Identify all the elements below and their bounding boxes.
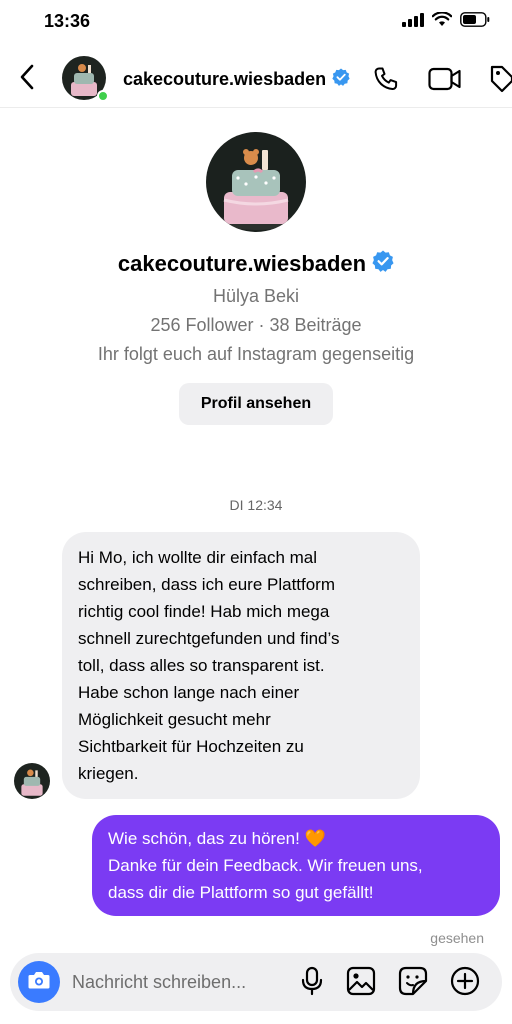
seen-status: gesehen: [430, 930, 484, 946]
microphone-icon[interactable]: [300, 966, 324, 996]
status-icons: [402, 11, 490, 32]
message-line: Sichtbarkeit für Hochzeiten zu: [78, 737, 304, 756]
online-indicator: [97, 90, 109, 102]
verified-badge-icon: [332, 68, 350, 91]
message-line: Hi Mo, ich wollte dir einfach mal: [78, 548, 318, 567]
composer-actions: [300, 966, 480, 996]
message-line: Möglichkeit gesucht mehr: [78, 710, 271, 729]
camera-button[interactable]: [18, 961, 60, 1003]
plus-circle-icon[interactable]: [450, 966, 480, 996]
incoming-message-bubble[interactable]: Hi Mo, ich wollte dir einfach mal schrei…: [62, 532, 420, 799]
message-line: schreiben, dass ich eure Plattform: [78, 575, 336, 594]
image-icon[interactable]: [346, 966, 376, 996]
sticker-icon[interactable]: [398, 966, 428, 996]
outgoing-message-bubble[interactable]: Wie schön, das zu hören! 🧡 Danke für dei…: [92, 815, 500, 916]
video-camera-icon[interactable]: [428, 66, 462, 92]
camera-icon: [27, 969, 51, 996]
chevron-left-icon: [19, 64, 35, 95]
profile-stats: 256 Follower · 38 Beiträge: [150, 315, 362, 335]
message-timestamp: DI 12:34: [229, 497, 283, 513]
profile-mutual-follow: Ihr folgt euch auf Instagram gegenseitig: [97, 344, 415, 364]
message-line: richtig cool finde! Hab mich mega: [78, 602, 330, 621]
cake-profile-image: [206, 132, 306, 232]
message-line: schnell zurechtgefunden und find’s: [78, 629, 340, 648]
message-line: Danke für dein Feedback. Wir freuen uns,: [108, 856, 423, 875]
profile-avatar[interactable]: [206, 132, 306, 232]
profile-username: cakecouture.wiesbaden: [117, 251, 367, 276]
signal-icon: [402, 12, 424, 32]
verified-badge-icon: [372, 250, 394, 278]
cake-avatar-image: [14, 763, 50, 799]
message-composer: [10, 953, 502, 1011]
wifi-icon: [431, 11, 453, 32]
back-button[interactable]: [14, 64, 40, 94]
chat-header: cakecouture.wiesbaden: [0, 52, 512, 108]
message-line: toll, dass alles so transparent ist.: [78, 656, 325, 675]
sender-avatar[interactable]: [14, 763, 50, 799]
message-input[interactable]: [72, 965, 292, 999]
message-line: dass dir die Plattform so gut gefällt!: [108, 883, 374, 902]
profile-name: cakecouture.wiesbaden: [0, 250, 512, 278]
header-username-text: cakecouture.wiesbaden: [123, 69, 327, 89]
tag-icon[interactable]: [490, 64, 512, 94]
battery-icon: [460, 12, 490, 32]
message-line: kriegen.: [78, 764, 139, 783]
phone-icon[interactable]: [372, 65, 400, 93]
view-profile-button[interactable]: Profil ansehen: [178, 383, 334, 425]
header-actions: [372, 64, 512, 94]
profile-full-name: Hülya Beki: [212, 286, 300, 306]
message-line: Habe schon lange nach einer: [78, 683, 300, 702]
header-username[interactable]: cakecouture.wiesbaden: [123, 68, 350, 91]
profile-summary: cakecouture.wiesbaden Hülya Beki 256 Fol…: [0, 132, 512, 425]
message-line: Wie schön, das zu hören! 🧡: [108, 829, 326, 848]
status-time: 13:36: [44, 11, 91, 31]
status-bar: 13:36: [0, 0, 512, 44]
